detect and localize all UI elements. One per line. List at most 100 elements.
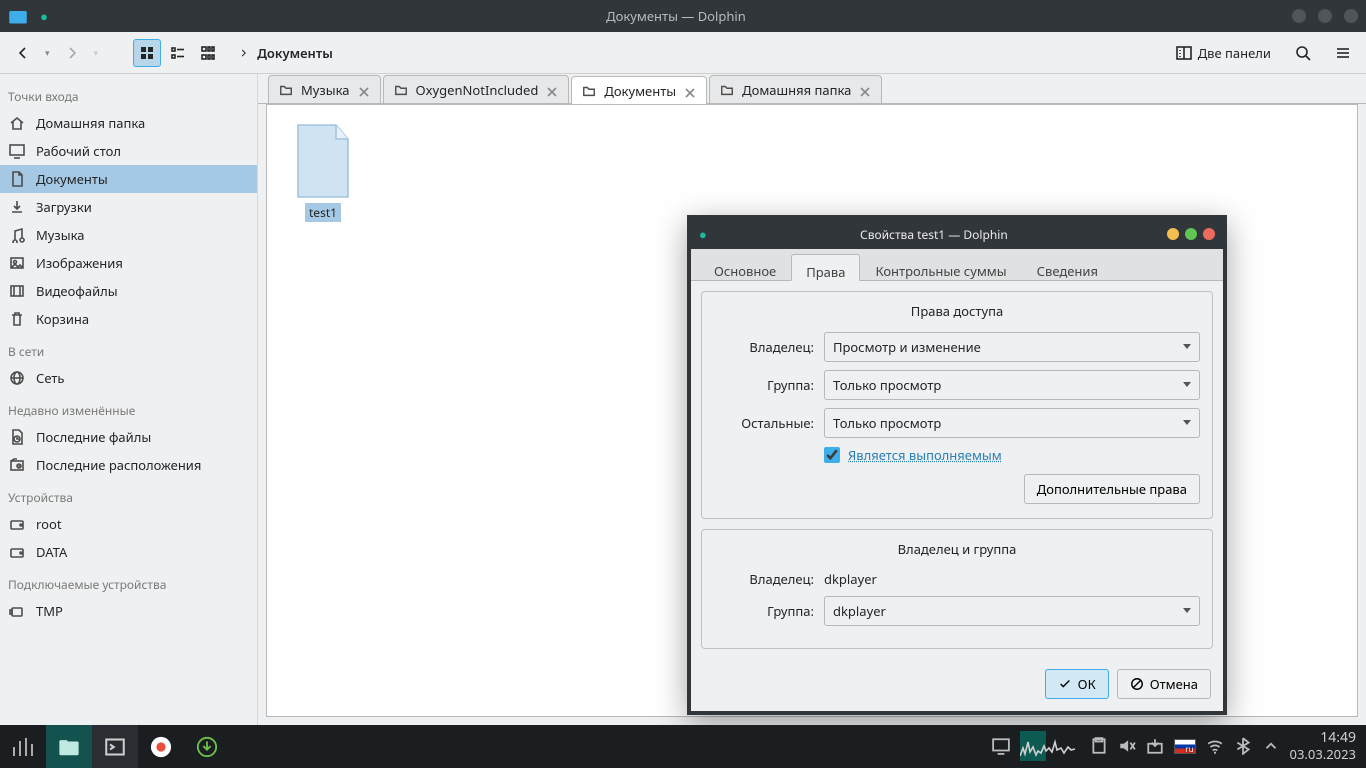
sidebar-item-label: Музыка: [36, 226, 249, 244]
two-panels-button[interactable]: Две панели: [1171, 39, 1276, 67]
own-owner-value: dkplayer: [824, 570, 877, 588]
view-compact-button[interactable]: [165, 40, 191, 66]
sidebar-item-Корзина[interactable]: Корзина: [0, 305, 257, 333]
maximize-button[interactable]: [1318, 9, 1332, 23]
recent-loc-icon: [8, 456, 26, 474]
file-view[interactable]: test1 ● Свойства test1 — Dolphin Основно…: [266, 104, 1358, 717]
dialog-tab-Сведения[interactable]: Сведения: [1022, 253, 1113, 280]
tab-label: Документы: [604, 82, 676, 100]
perm-owner-select[interactable]: Просмотр и изменение: [824, 332, 1200, 362]
executable-label[interactable]: Является выполняемым: [848, 446, 1002, 464]
advanced-permissions-button[interactable]: Дополнительные права: [1024, 474, 1200, 504]
tab-Документы[interactable]: Документы: [571, 76, 707, 104]
perm-owner-label: Владелец:: [714, 338, 814, 356]
sidebar-item-label: Видеофайлы: [36, 282, 249, 300]
ok-button[interactable]: ОК: [1045, 669, 1109, 699]
sidebar-item-label: Корзина: [36, 310, 249, 328]
dialog-minimize-button[interactable]: [1167, 228, 1179, 240]
tab-close-button[interactable]: [859, 84, 871, 96]
executable-checkbox[interactable]: [824, 447, 840, 463]
file-label: test1: [305, 203, 341, 222]
places-sidebar: Точки входаДомашняя папка Рабочий стол Док…: [0, 74, 258, 725]
sidebar-section-header: Устройства: [0, 479, 257, 510]
breadcrumb[interactable]: Документы: [229, 44, 1163, 62]
permissions-title: Права доступа: [714, 302, 1200, 320]
tray-clock[interactable]: 14:49 03.03.2023: [1290, 730, 1356, 762]
sidebar-item-TMP[interactable]: TMP: [0, 597, 257, 625]
dialog-close-button[interactable]: [1203, 228, 1215, 240]
sidebar-item-Изображения[interactable]: Изображения: [0, 249, 257, 277]
tray-volume-muted-icon[interactable]: [1118, 737, 1136, 755]
perm-others-select[interactable]: Только просмотр: [824, 408, 1200, 438]
tab-Домашняя папка[interactable]: Домашняя папка: [709, 75, 882, 103]
sidebar-item-Рабочий стол[interactable]: Рабочий стол: [0, 137, 257, 165]
file-item-test1[interactable]: test1: [285, 123, 361, 222]
tray-bluetooth-icon[interactable]: [1234, 737, 1252, 755]
tab-close-button[interactable]: [358, 84, 370, 96]
close-button[interactable]: [1344, 9, 1358, 23]
nav-forward-menu[interactable]: ▾: [89, 41, 104, 64]
hamburger-menu-button[interactable]: [1330, 40, 1356, 66]
trash-icon: [8, 310, 26, 328]
own-group-select[interactable]: dkplayer: [824, 596, 1200, 626]
sidebar-item-label: Последние файлы: [36, 428, 249, 446]
toolbar: ▾ ▾ Документы Две панели: [0, 32, 1366, 74]
taskbar-yandex[interactable]: [138, 725, 184, 768]
taskbar-dolphin[interactable]: [46, 725, 92, 768]
breadcrumb-label: Документы: [257, 44, 333, 62]
tray-keyboard-layout[interactable]: ru: [1174, 739, 1196, 754]
tray-sysmon[interactable]: [1020, 731, 1080, 761]
sidebar-item-Домашняя папка[interactable]: Домашняя папка: [0, 109, 257, 137]
perm-group-label: Группа:: [714, 376, 814, 394]
minimize-button[interactable]: [1292, 9, 1306, 23]
own-group-label: Группа:: [714, 602, 814, 620]
dialog-tab-Права[interactable]: Права: [791, 254, 860, 281]
nav-forward-button[interactable]: [59, 40, 85, 66]
sidebar-item-root[interactable]: root: [0, 510, 257, 538]
tab-OxygenNotIncluded[interactable]: OxygenNotIncluded: [383, 75, 570, 103]
perm-group-select[interactable]: Только просмотр: [824, 370, 1200, 400]
tray-network-icon[interactable]: [1206, 737, 1224, 755]
pin-icon[interactable]: ●: [34, 6, 54, 26]
tray-desktop-icon[interactable]: [992, 737, 1010, 755]
nav-back-menu[interactable]: ▾: [40, 41, 55, 64]
tray-updates-icon[interactable]: [1146, 737, 1164, 755]
sidebar-item-DATA[interactable]: DATA: [0, 538, 257, 566]
dialog-titlebar[interactable]: ● Свойства test1 — Dolphin: [691, 219, 1223, 249]
sidebar-item-Последние расположения[interactable]: Последние расположения: [0, 451, 257, 479]
home-icon: [8, 114, 26, 132]
cancel-button[interactable]: Отмена: [1117, 669, 1211, 699]
view-details-button[interactable]: [195, 40, 221, 66]
sidebar-item-label: Рабочий стол: [36, 142, 249, 160]
dialog-tab-Основное[interactable]: Основное: [699, 253, 791, 280]
nav-back-button[interactable]: [10, 40, 36, 66]
tab-Музыка[interactable]: Музыка: [268, 75, 381, 103]
sidebar-item-Документы[interactable]: Документы: [0, 165, 257, 193]
tray-chevron-up-icon[interactable]: [1262, 737, 1280, 755]
dialog-pin-icon[interactable]: ●: [699, 225, 707, 243]
ownership-title: Владелец и группа: [714, 540, 1200, 558]
search-button[interactable]: [1290, 40, 1316, 66]
taskbar-konsole[interactable]: [92, 725, 138, 768]
tab-close-button[interactable]: [546, 84, 558, 96]
app-launcher-button[interactable]: [0, 725, 46, 768]
properties-dialog: ● Свойства test1 — Dolphin ОсновноеПрава…: [687, 215, 1227, 715]
disk-icon: [8, 543, 26, 561]
view-icons-button[interactable]: [133, 39, 161, 67]
taskbar-downloads[interactable]: [184, 725, 230, 768]
sidebar-item-Музыка[interactable]: Музыка: [0, 221, 257, 249]
sidebar-section-header: Точки входа: [0, 78, 257, 109]
window-menu-icon[interactable]: [8, 6, 28, 26]
dialog-maximize-button[interactable]: [1185, 228, 1197, 240]
dialog-tab-Контрольные суммы[interactable]: Контрольные суммы: [860, 253, 1021, 280]
sidebar-item-Сеть[interactable]: Сеть: [0, 364, 257, 392]
tab-close-button[interactable]: [684, 85, 696, 97]
tray-clipboard-icon[interactable]: [1090, 737, 1108, 755]
document-icon: [8, 170, 26, 188]
sidebar-item-Загрузки[interactable]: Загрузки: [0, 193, 257, 221]
sidebar-item-Видеофайлы[interactable]: Видеофайлы: [0, 277, 257, 305]
sidebar-item-label: TMP: [36, 602, 249, 620]
sidebar-item-Последние файлы[interactable]: Последние файлы: [0, 423, 257, 451]
main-window-titlebar: ● Документы — Dolphin: [0, 0, 1366, 32]
ownership-group: Владелец и группа Владелец: dkplayer Гру…: [701, 529, 1213, 649]
